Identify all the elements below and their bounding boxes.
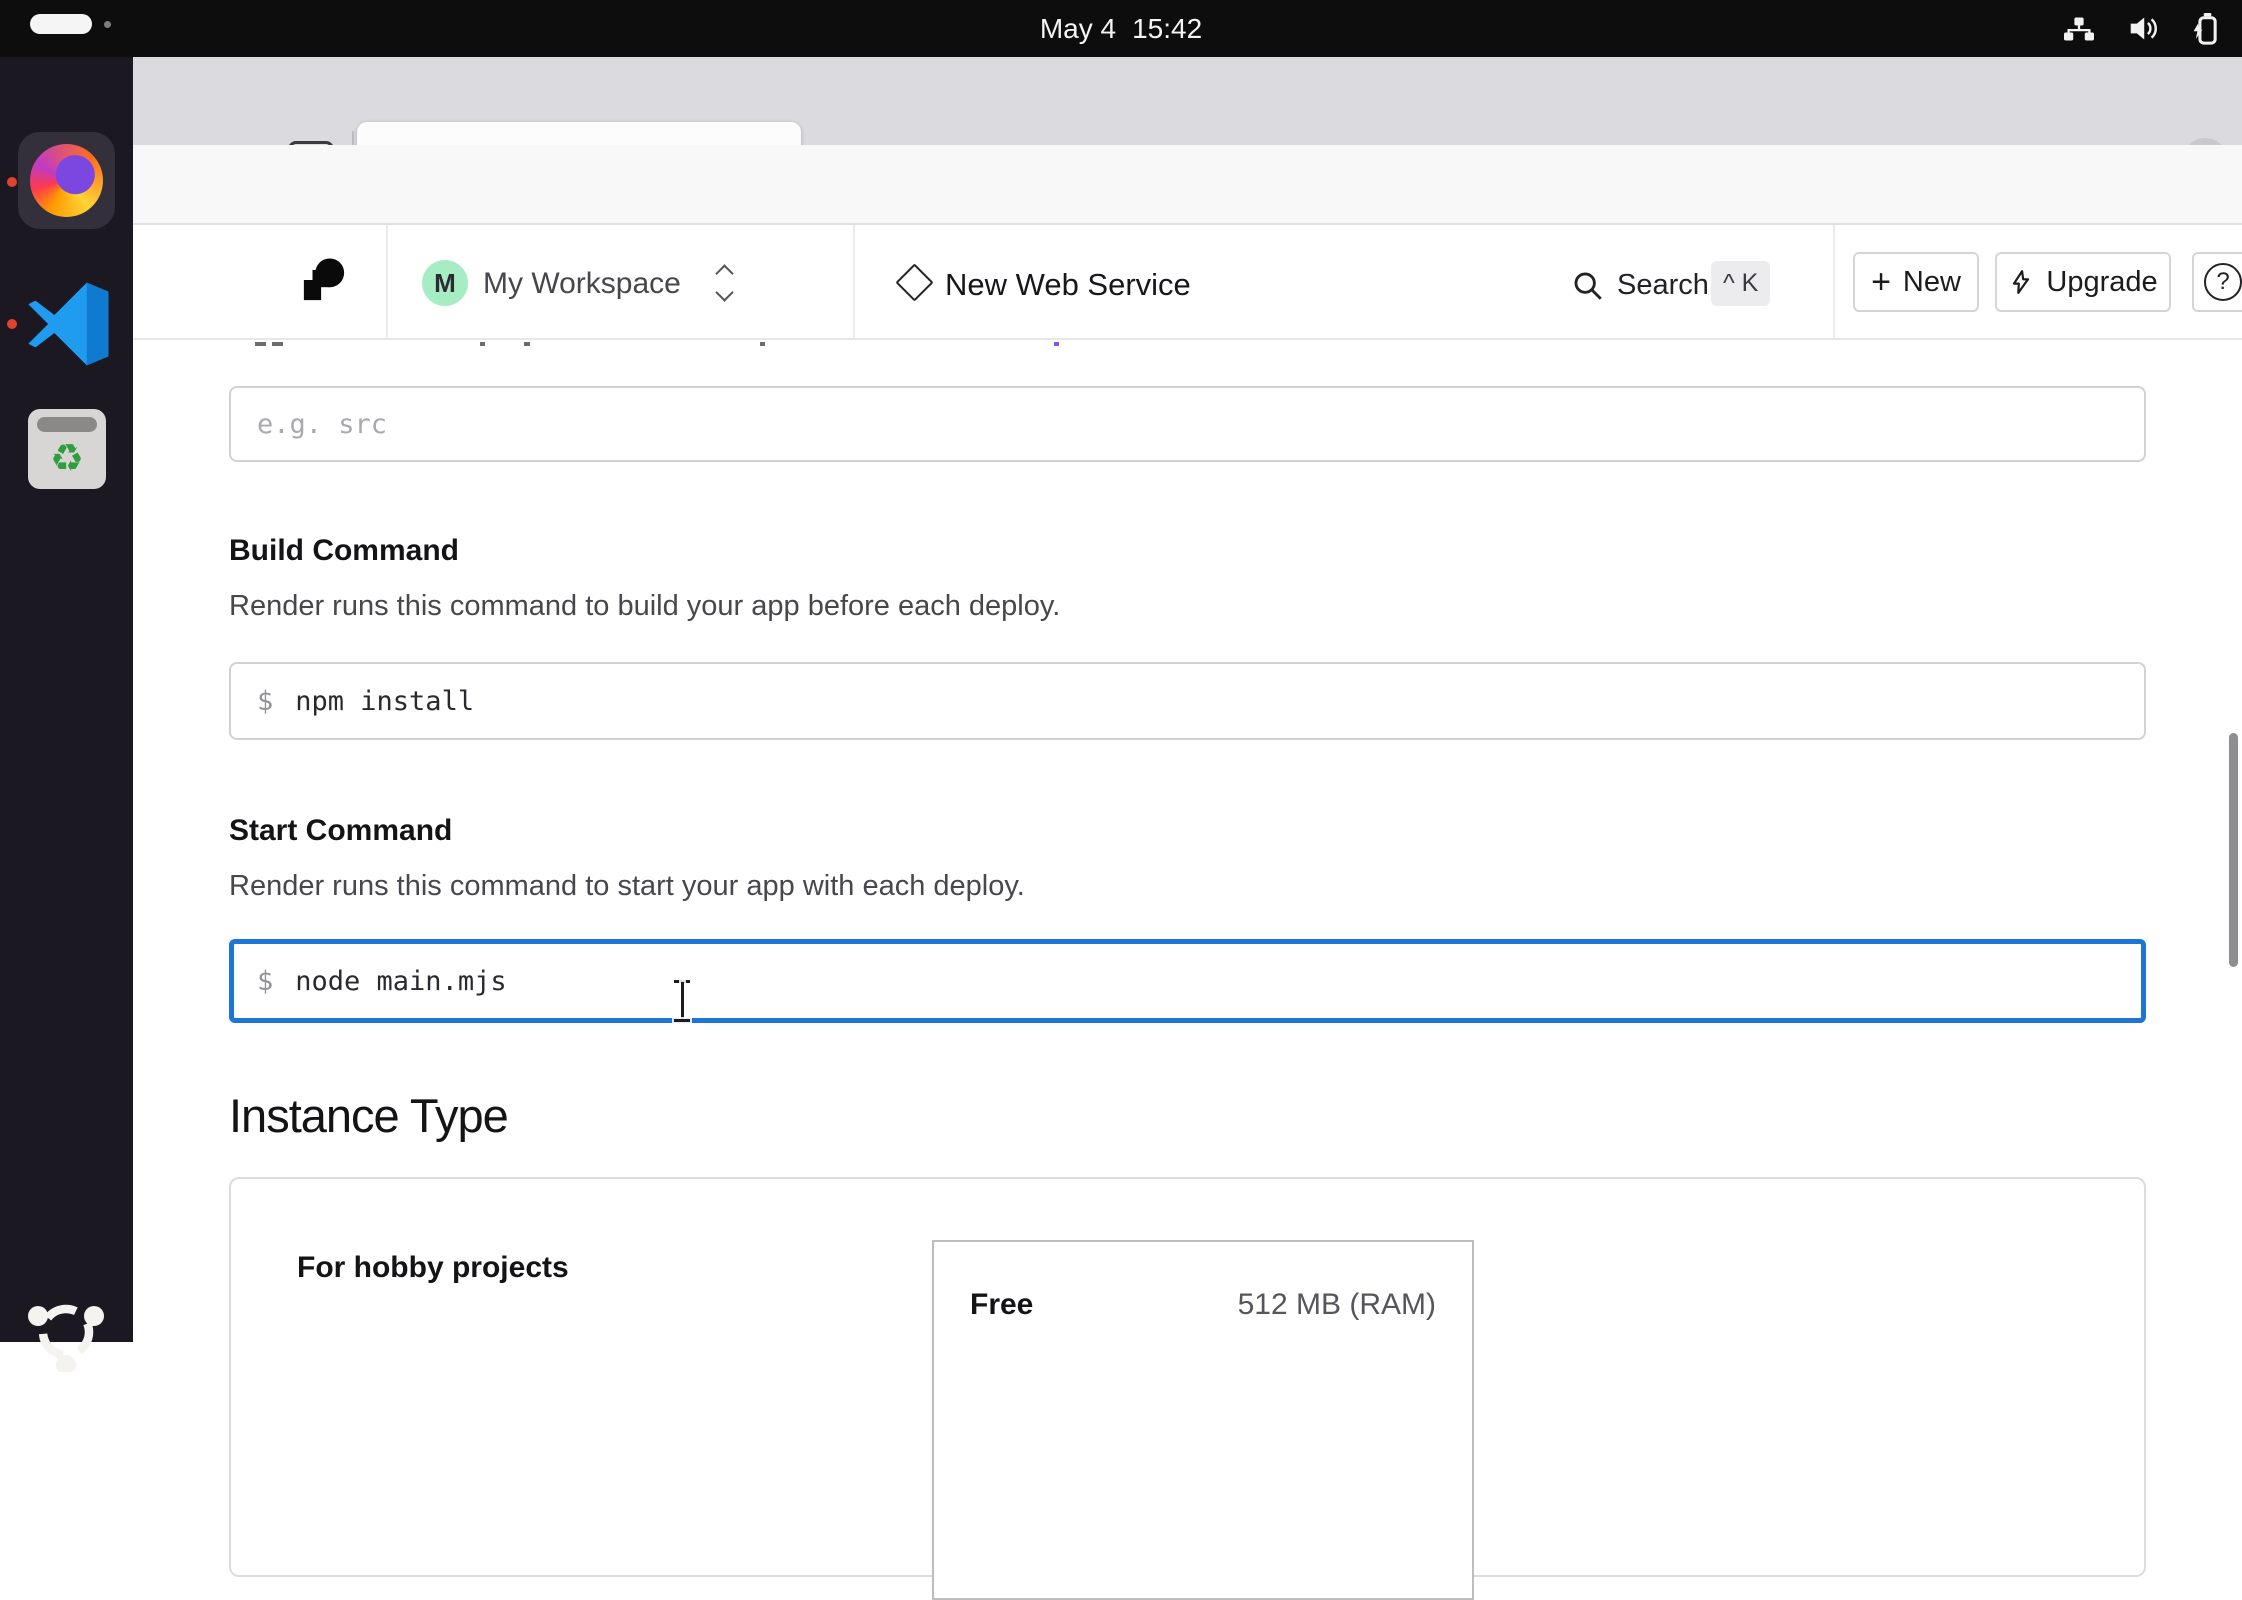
free-plan-option[interactable]: Free 512 MB (RAM) <box>932 1240 1474 1600</box>
service-diamond-icon <box>895 263 933 301</box>
help-icon: ? <box>2204 263 2242 301</box>
instance-category-label: For hobby projects <box>297 1251 569 1285</box>
lightning-icon <box>2008 267 2034 297</box>
browser-nav-bar: ← → <box>133 145 2242 225</box>
shell-prompt: $ <box>257 686 273 717</box>
root-directory-input[interactable] <box>257 409 2118 440</box>
clipped-text-fragment <box>272 342 283 346</box>
search-shortcut-badge: ^ K <box>1711 261 1770 306</box>
clipped-text-fragment <box>760 342 765 346</box>
build-command-value: npm install <box>295 686 474 717</box>
header-divider <box>1833 225 1835 338</box>
new-button-label: New <box>1903 266 1961 299</box>
dock-item-ubuntu-apps[interactable] <box>26 1292 106 1372</box>
plan-ram: 512 MB (RAM) <box>1238 1288 1436 1322</box>
shell-prompt: $ <box>257 966 273 997</box>
system-tray[interactable] <box>2064 0 2218 57</box>
header-divider <box>386 225 388 338</box>
new-button[interactable]: + New <box>1853 252 1979 312</box>
render-logo[interactable] <box>301 255 347 310</box>
build-command-description: Render runs this command to build your a… <box>229 590 1060 623</box>
upgrade-button[interactable]: Upgrade <box>1995 252 2171 312</box>
build-command-heading: Build Command <box>229 534 459 568</box>
firefox-running-dot <box>7 177 17 187</box>
firefox-icon <box>30 144 103 217</box>
dock-item-vscode[interactable] <box>22 279 112 369</box>
system-clock[interactable]: May 4 15:42 <box>0 0 2242 57</box>
clipped-text-fragment <box>480 342 485 346</box>
system-top-bar: May 4 15:42 <box>0 0 2242 57</box>
instance-type-card: For hobby projects Free 512 MB (RAM) <box>229 1177 2146 1577</box>
text-cursor <box>672 980 692 1022</box>
start-command-field[interactable]: $ node main.mjs <box>229 939 2146 1023</box>
ubuntu-logo-icon <box>26 1292 106 1372</box>
scrollbar-thumb[interactable] <box>2229 733 2238 967</box>
recycle-icon: ♻ <box>28 429 106 487</box>
start-command-value: node main.mjs <box>295 966 506 997</box>
build-command-field[interactable]: $ npm install <box>229 662 2146 740</box>
clock-date: May 4 <box>1040 13 1116 45</box>
plan-name: Free <box>970 1288 1033 1322</box>
render-header: M My Workspace New Web Service Search ^ … <box>133 225 2242 340</box>
volume-icon[interactable] <box>2128 15 2158 42</box>
browser-tab-bar: New Web Service • Render × + – × <box>133 57 2242 145</box>
ubuntu-dock: ♻ <box>0 57 133 1342</box>
clipped-link-fragment <box>1054 342 1059 346</box>
start-command-description: Render runs this command to start your a… <box>229 870 1025 903</box>
start-command-heading: Start Command <box>229 814 452 848</box>
vscode-running-dot <box>7 319 17 329</box>
page-title: New Web Service <box>945 267 1191 303</box>
upgrade-button-label: Upgrade <box>2046 266 2157 299</box>
search-icon[interactable] <box>1571 269 1605 308</box>
root-directory-field[interactable] <box>229 386 2146 462</box>
help-button[interactable]: ? <box>2192 252 2242 312</box>
instance-type-heading: Instance Type <box>229 1088 508 1143</box>
search-label[interactable]: Search <box>1617 269 1709 302</box>
dock-item-trash[interactable]: ♻ <box>28 409 106 489</box>
workspace-initial: M <box>434 268 456 299</box>
workspace-avatar[interactable]: M <box>422 260 468 306</box>
workspace-switcher-chevrons-icon[interactable] <box>718 267 731 299</box>
vscode-icon <box>22 279 112 369</box>
dock-item-firefox[interactable] <box>18 132 115 229</box>
clipped-text-fragment <box>255 342 266 346</box>
workspace-name[interactable]: My Workspace <box>483 267 681 301</box>
network-icon[interactable] <box>2064 16 2094 42</box>
battery-icon[interactable] <box>2192 12 2218 45</box>
header-divider <box>853 225 855 338</box>
clipped-text-fragment <box>524 342 530 346</box>
clock-time: 15:42 <box>1132 13 1202 45</box>
page-content: Build Command Render runs this command t… <box>133 340 2242 1342</box>
